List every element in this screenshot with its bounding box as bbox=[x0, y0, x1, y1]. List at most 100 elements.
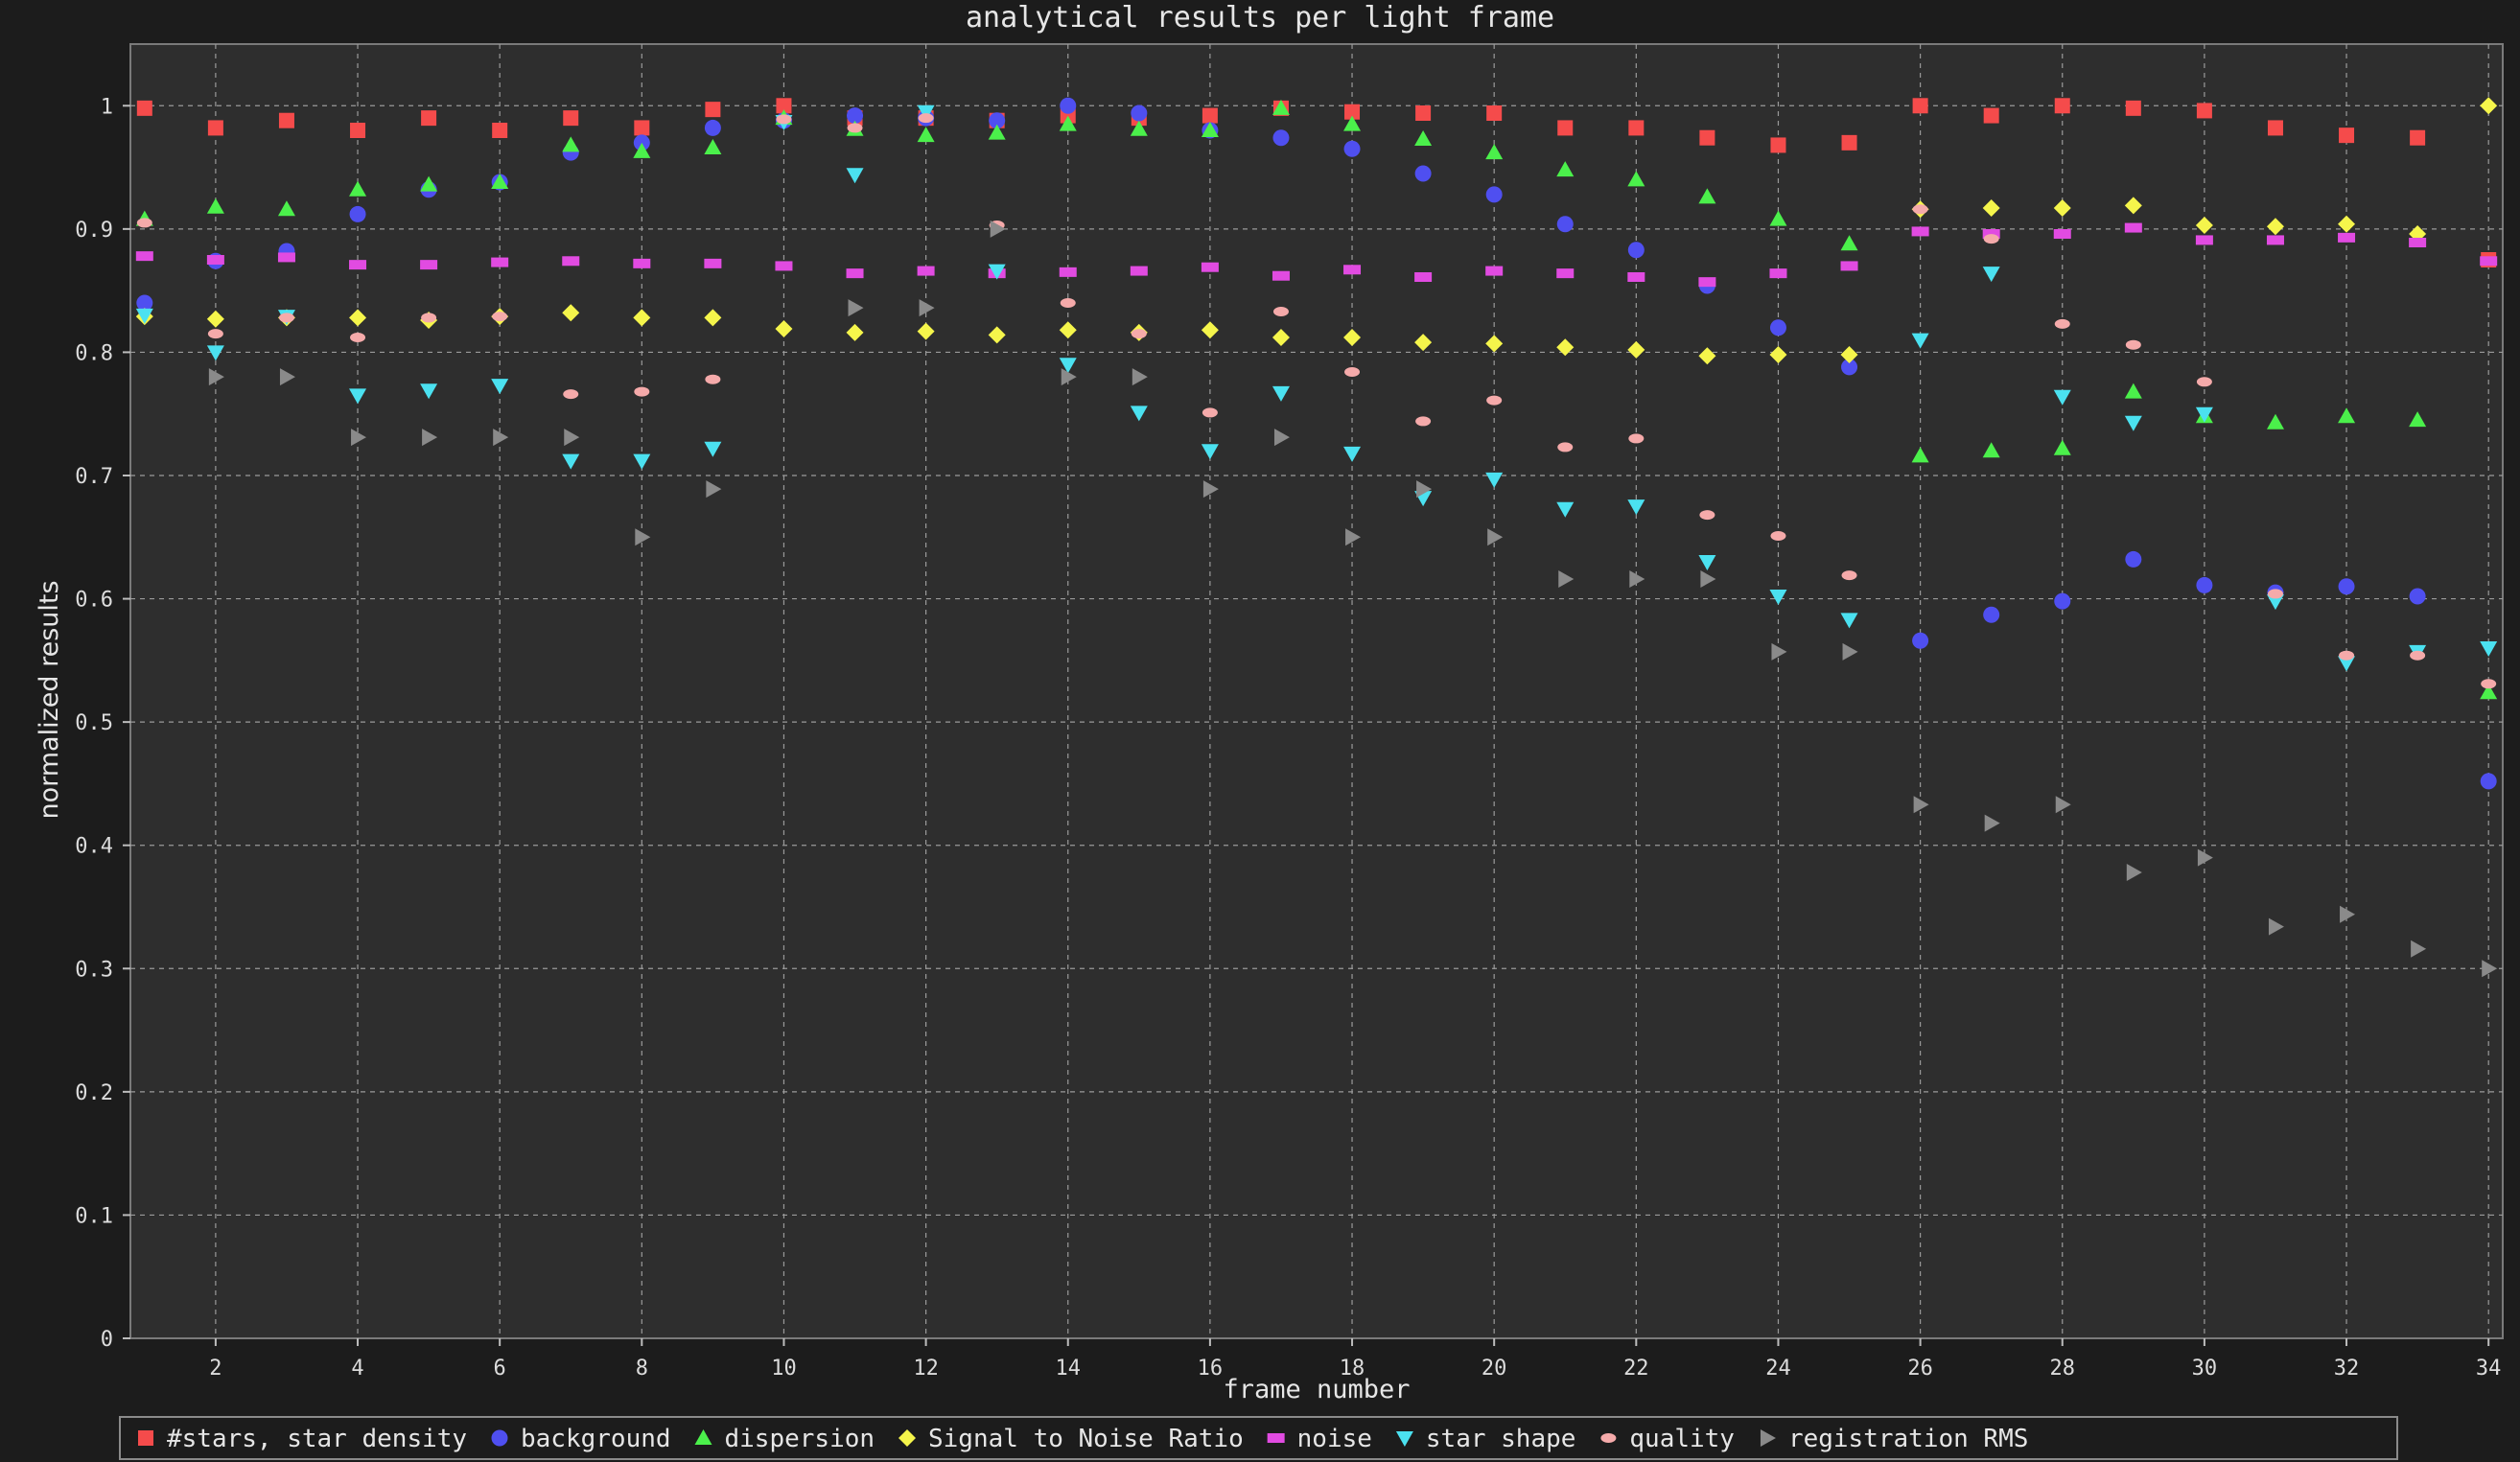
y-tick-label: 0.6 bbox=[75, 589, 113, 613]
data-point bbox=[704, 119, 721, 136]
data-point bbox=[1414, 272, 1433, 282]
data-point bbox=[2409, 588, 2426, 605]
data-point bbox=[2267, 589, 2283, 599]
data-point bbox=[2196, 576, 2213, 593]
data-point bbox=[776, 114, 792, 125]
data-point bbox=[2338, 232, 2356, 243]
x-tick-label: 26 bbox=[1907, 1357, 1933, 1381]
chart-title: analytical results per light frame bbox=[966, 1, 1554, 35]
legend-marker bbox=[1600, 1433, 1617, 1443]
data-point bbox=[1486, 105, 1503, 121]
x-axis-title: frame number bbox=[1223, 1375, 1410, 1404]
data-point bbox=[1983, 107, 1999, 124]
data-point bbox=[1912, 204, 1928, 215]
x-tick-label: 20 bbox=[1482, 1357, 1507, 1381]
data-point bbox=[1912, 632, 1929, 649]
data-point bbox=[207, 329, 223, 339]
x-tick-label: 28 bbox=[2050, 1357, 2076, 1381]
data-point bbox=[1059, 267, 1077, 277]
data-point bbox=[2196, 377, 2212, 387]
data-point bbox=[1344, 367, 1361, 377]
data-point bbox=[278, 313, 294, 323]
data-point bbox=[2125, 100, 2141, 116]
data-point bbox=[1557, 120, 1574, 136]
data-point bbox=[1060, 97, 1077, 114]
data-point bbox=[492, 123, 508, 138]
data-point bbox=[2124, 222, 2142, 233]
data-point bbox=[563, 110, 579, 127]
plot-area bbox=[129, 43, 2504, 1339]
data-point bbox=[562, 256, 580, 267]
data-point bbox=[2410, 650, 2426, 661]
legend-entry: quality bbox=[1629, 1425, 1735, 1453]
legend-entry: star shape bbox=[1426, 1425, 1576, 1453]
data-point bbox=[2410, 129, 2426, 146]
data-point bbox=[1912, 98, 1928, 114]
data-point bbox=[421, 313, 437, 323]
legend-entry: dispersion bbox=[725, 1425, 875, 1453]
data-point bbox=[775, 261, 793, 271]
legend-marker bbox=[1267, 1433, 1285, 1443]
data-point bbox=[1841, 134, 1857, 151]
y-tick-label: 0.8 bbox=[75, 341, 113, 365]
data-point bbox=[420, 260, 438, 270]
data-point bbox=[1770, 531, 1786, 541]
data-point bbox=[1343, 140, 1361, 157]
y-tick-label: 0.9 bbox=[75, 219, 113, 243]
data-point bbox=[136, 218, 152, 228]
data-point bbox=[135, 251, 153, 262]
data-point bbox=[2195, 235, 2213, 245]
data-point bbox=[1628, 433, 1645, 444]
y-tick-label: 0.7 bbox=[75, 465, 113, 489]
data-point bbox=[1840, 261, 1858, 271]
legend-entry: noise bbox=[1297, 1425, 1372, 1453]
data-point bbox=[1130, 266, 1148, 276]
data-point bbox=[1485, 186, 1503, 203]
data-point bbox=[704, 258, 722, 268]
data-point bbox=[1627, 272, 1645, 282]
legend-entry: registration RMS bbox=[1788, 1425, 2028, 1453]
x-tick-label: 22 bbox=[1623, 1357, 1649, 1381]
data-point bbox=[1131, 104, 1148, 122]
data-point bbox=[1272, 129, 1290, 147]
data-point bbox=[634, 386, 650, 397]
data-point bbox=[705, 102, 721, 118]
data-point bbox=[278, 112, 294, 128]
y-tick-label: 0.5 bbox=[75, 711, 113, 735]
x-tick-label: 14 bbox=[1055, 1357, 1081, 1381]
x-tick-label: 12 bbox=[913, 1357, 939, 1381]
data-point bbox=[1556, 268, 1575, 279]
data-point bbox=[705, 374, 721, 384]
data-point bbox=[847, 123, 863, 133]
x-tick-label: 34 bbox=[2476, 1357, 2502, 1381]
legend-marker bbox=[138, 1430, 153, 1446]
legend-entry: background bbox=[521, 1425, 671, 1453]
data-point bbox=[1983, 606, 2000, 623]
data-point bbox=[350, 333, 366, 342]
data-point bbox=[1556, 216, 1574, 233]
data-point bbox=[421, 110, 437, 127]
data-point bbox=[491, 257, 509, 267]
data-point bbox=[2409, 238, 2427, 247]
data-point bbox=[1698, 277, 1716, 288]
data-point bbox=[1769, 319, 1786, 336]
data-point bbox=[1699, 510, 1715, 521]
data-point bbox=[207, 120, 223, 136]
data-point bbox=[1343, 265, 1362, 275]
data-point bbox=[1272, 270, 1290, 281]
x-tick-label: 8 bbox=[636, 1357, 648, 1381]
x-tick-label: 10 bbox=[771, 1357, 797, 1381]
data-point bbox=[1131, 329, 1147, 339]
data-point bbox=[1911, 226, 1929, 237]
data-point bbox=[2267, 120, 2283, 136]
data-point bbox=[2339, 650, 2355, 661]
legend: #stars, star density background dispersion… bbox=[119, 1416, 2398, 1460]
data-point bbox=[1627, 242, 1645, 259]
data-point bbox=[1769, 268, 1787, 279]
data-point bbox=[1060, 298, 1076, 308]
y-tick-label: 0.1 bbox=[75, 1204, 113, 1228]
data-point bbox=[492, 312, 508, 322]
x-tick-label: 30 bbox=[2192, 1357, 2218, 1381]
data-point bbox=[349, 260, 367, 270]
data-point bbox=[2266, 235, 2284, 245]
